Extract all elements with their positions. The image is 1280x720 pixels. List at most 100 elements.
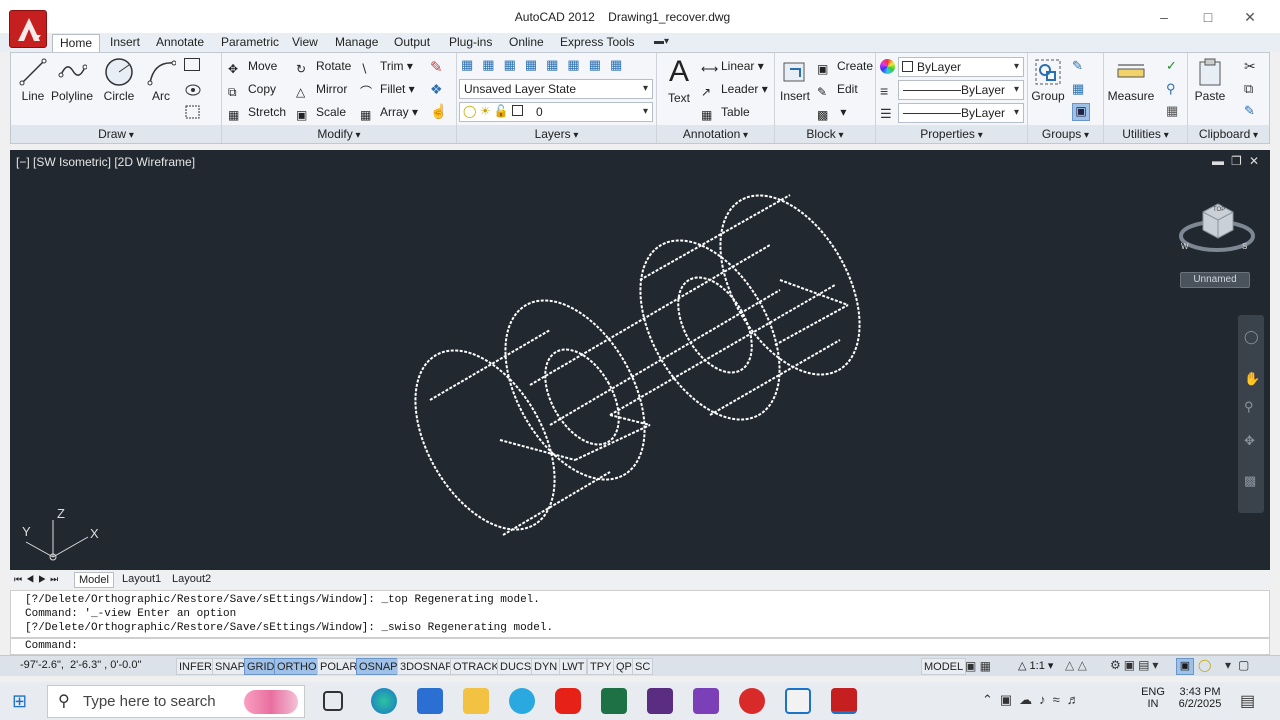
tab-plugins[interactable]: Plug-ins [442,34,499,52]
erase-icon[interactable]: ✎ [430,58,448,76]
layout-nav-arrows-icon[interactable]: ⏮◀▶⏭ [14,572,62,586]
zoom-icon[interactable]: ⚲ [1244,399,1254,415]
recorder-icon[interactable] [739,688,765,714]
autodesk-app-icon[interactable] [785,688,811,714]
drawing-viewport[interactable]: [−] [SW Isometric] [2D Wireframe] ▬ ❐ ✕ [10,150,1270,570]
group-edit-icon[interactable]: ▦ [1072,81,1090,99]
coordinates-readout[interactable]: -97'-2.6", 2'-6.3" , 0'-0.0" [20,659,141,671]
line-button[interactable]: Line [15,57,51,103]
toggle-ortho[interactable]: ORTHO [274,658,320,675]
orbit-icon[interactable]: ✥ [1244,433,1255,449]
clock[interactable]: 3:43 PM 6/2/2025 [1172,686,1228,710]
cut-icon[interactable]: ✂ [1244,58,1262,76]
draw-panel-label[interactable]: Draw [11,125,221,143]
layer-tools-icons[interactable]: ▦▦▦▦▦▦▦▦ [461,57,651,75]
tab-view[interactable]: View [285,34,325,52]
ungroup-icon[interactable]: ✎ [1072,58,1090,76]
tab-manage[interactable]: Manage [328,34,385,52]
polyline-button[interactable]: Polyline [51,57,93,103]
trim-button[interactable]: ∖ Trim ▾ [360,56,413,76]
color-dropdown[interactable]: ByLayer [898,57,1024,77]
toggle-3dosnap[interactable]: 3DOSNAP [397,658,456,675]
clipboard-panel-label[interactable]: Clipboard [1188,125,1269,143]
tab-home[interactable]: Home [52,34,101,52]
model-space-button[interactable]: MODEL [921,658,967,675]
ribbon-toggle-icon[interactable]: ▬▾ [654,36,678,48]
hardware-accel-icon[interactable]: ◯ [1198,658,1211,672]
groups-panel-label[interactable]: Groups [1028,125,1103,143]
ucs-name-dropdown[interactable]: Unnamed [1180,272,1250,288]
array-button[interactable]: ▦ Array ▾ [360,102,418,122]
pan-icon[interactable]: ✋ [1244,371,1260,387]
leader-button[interactable]: ↗ Leader ▾ [701,79,768,99]
measure-button[interactable]: Measure [1106,57,1156,103]
explode-icon[interactable]: ❖ [430,81,448,99]
toggle-tpy[interactable]: TPY [587,658,615,675]
toggle-sc[interactable]: SC [632,658,654,675]
toggle-polar[interactable]: POLAR [317,658,361,675]
showmotion-icon[interactable]: ▩ [1244,473,1256,489]
youtube-icon[interactable] [555,688,581,714]
tab-output[interactable]: Output [387,34,437,52]
stretch-button[interactable]: ▦ Stretch [228,102,286,122]
copy-button[interactable]: ⧉ Copy [228,79,276,99]
app-purple-icon[interactable] [647,688,673,714]
utilities-panel-label[interactable]: Utilities [1104,125,1187,143]
match-properties-icon[interactable]: ✎ [1244,103,1262,121]
rotate-button[interactable]: ↻ Rotate [296,56,351,76]
region-icon[interactable] [184,103,202,121]
taskbar-search[interactable]: ⚲ Type here to search [47,685,305,718]
properties-panel-label[interactable]: Properties [876,125,1027,143]
paste-button[interactable]: Paste [1192,57,1228,103]
quick-view-icons[interactable]: ▣ ▦ [965,659,991,673]
windows-start-icon[interactable]: ⊞ [12,691,32,711]
clean-screen-icon[interactable]: ▢ [1238,658,1249,672]
quick-select-icon[interactable]: ✓ [1166,58,1184,76]
notifications-icon[interactable]: ▤ [1240,691,1255,711]
workspace-icons[interactable]: ⚙▣▤▾ [1110,658,1161,672]
create-block-button[interactable]: ▣ Create [817,56,873,76]
tab-parametric[interactable]: Parametric [214,34,286,52]
edge-browser-icon[interactable] [371,688,397,714]
toggle-dyn[interactable]: DYN [531,658,561,675]
tab-layout2[interactable]: Layout2 [170,572,213,586]
tab-annotate[interactable]: Annotate [149,34,211,52]
hatch-icon[interactable] [184,81,202,99]
command-line-input[interactable]: Command: [10,638,1270,655]
block-panel-label[interactable]: Block [775,125,875,143]
tab-model[interactable]: Model [74,572,114,588]
linear-button[interactable]: ⟷ Linear ▾ [701,56,764,76]
toggle-grid[interactable]: GRID [244,658,278,675]
maximize-icon[interactable]: □ [1186,6,1230,28]
id-point-icon[interactable]: ⚲ [1166,81,1184,99]
tab-express-tools[interactable]: Express Tools [553,34,641,52]
toggle-infer[interactable]: INFER [176,658,215,675]
system-tray-icons[interactable]: ⌃▣☁♪≈♬ [982,692,1087,708]
steering-wheel-icon[interactable]: ◯ [1244,329,1259,345]
model-geometry[interactable] [10,150,1270,570]
group-button[interactable]: Group [1030,57,1066,103]
move-button[interactable]: ✥ Move [228,56,277,76]
mirror-button[interactable]: △ Mirror [296,79,347,99]
table-button[interactable]: ▦ Table [701,102,750,122]
minimize-icon[interactable]: – [1142,6,1186,28]
layer-state-dropdown[interactable]: Unsaved Layer State [459,79,653,99]
rectangle-icon[interactable] [184,58,200,71]
group-selection-icon[interactable]: ▣ [1072,103,1090,121]
tab-layout1[interactable]: Layout1 [120,572,163,586]
block-attribute-button[interactable]: ▩ ▾ [817,102,846,122]
viewcube[interactable]: TOP W S [1178,198,1256,258]
edit-block-button[interactable]: ✎ Edit [817,79,858,99]
application-menu-button[interactable] [9,10,47,48]
language-indicator[interactable]: ENG IN [1138,686,1168,710]
cortana-c-icon[interactable] [509,688,535,714]
fillet-button[interactable]: ⌒ Fillet ▾ [360,79,415,99]
autocad-taskbar-icon[interactable] [831,688,857,714]
toggle-ducs[interactable]: DUCS [497,658,535,675]
lineweight-dropdown[interactable]: ByLayer [898,80,1024,100]
insert-block-button[interactable]: Insert [777,57,813,103]
offset-icon[interactable]: ☝ [430,103,448,121]
toggle-lwt[interactable]: LWT [559,658,588,675]
color-wheel-icon[interactable] [880,59,895,74]
text-button[interactable]: A Text [661,57,697,106]
